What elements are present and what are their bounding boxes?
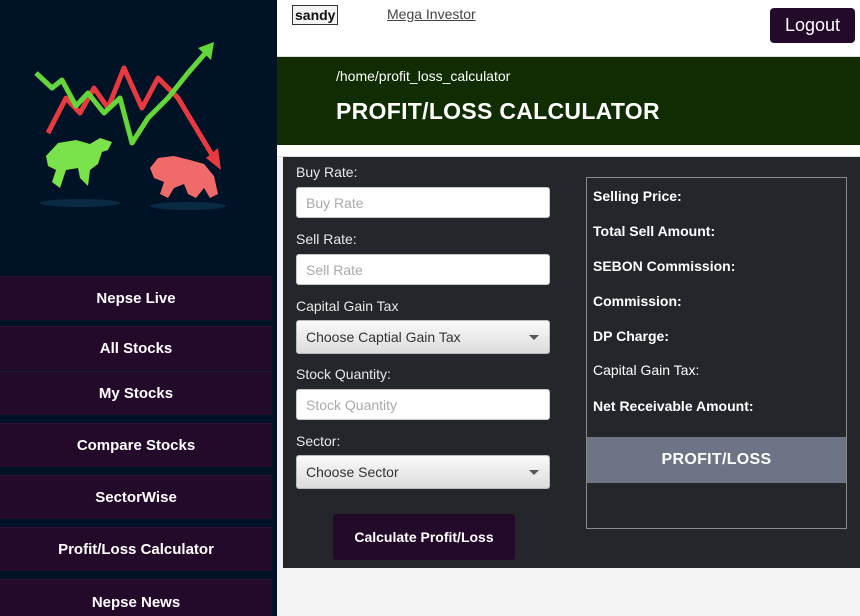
sidebar-item-label: All Stocks bbox=[99, 340, 173, 357]
sidebar-item-all-stocks[interactable]: All Stocks bbox=[0, 326, 272, 370]
sector-select[interactable]: Choose Sector bbox=[296, 455, 550, 489]
chevron-down-icon bbox=[529, 470, 539, 475]
profit-loss-result: PROFIT/LOSS bbox=[587, 437, 846, 483]
commission-label: Commission: bbox=[593, 293, 682, 309]
bull-bear-market-logo bbox=[34, 42, 226, 210]
calculate-profit-loss-button[interactable]: Calculate Profit/Loss bbox=[333, 514, 515, 560]
sector-label: Sector: bbox=[296, 433, 341, 449]
sidebar-item-sectorwise[interactable]: SectorWise bbox=[0, 475, 272, 519]
page-header: /home/profit_loss_calculator PROFIT/LOSS… bbox=[277, 57, 860, 145]
sebon-commission-label: SEBON Commission: bbox=[593, 258, 736, 274]
capital-gain-tax-label: Capital Gain Tax bbox=[296, 298, 399, 314]
sidebar-item-label: Nepse News bbox=[91, 594, 181, 611]
breadcrumb: /home/profit_loss_calculator bbox=[336, 68, 511, 84]
buy-rate-label: Buy Rate: bbox=[296, 164, 358, 180]
results-box: Selling Price: Total Sell Amount: SEBON … bbox=[586, 177, 847, 529]
capital-gain-tax-selected: Choose Captial Gain Tax bbox=[306, 329, 461, 345]
sidebar-item-my-stocks[interactable]: My Stocks bbox=[0, 371, 272, 415]
sell-rate-label: Sell Rate: bbox=[296, 231, 357, 247]
sector-selected: Choose Sector bbox=[306, 464, 399, 480]
buy-rate-input[interactable] bbox=[296, 187, 550, 218]
top-bar: sandy Mega Investor Logout bbox=[277, 0, 860, 57]
net-receivable-amount-label: Net Receivable Amount: bbox=[593, 398, 754, 414]
sidebar: Nepse Live All Stocks My Stocks Compare … bbox=[0, 0, 277, 616]
page-footer-area bbox=[277, 568, 860, 616]
mega-investor-link[interactable]: Mega Investor bbox=[387, 6, 476, 22]
logout-button[interactable]: Logout bbox=[770, 8, 855, 43]
sidebar-item-label: SectorWise bbox=[95, 489, 177, 506]
dp-charge-label: DP Charge: bbox=[593, 328, 669, 344]
sidebar-item-profit-loss-calculator[interactable]: Profit/Loss Calculator bbox=[0, 527, 272, 571]
sidebar-item-label: Compare Stocks bbox=[76, 437, 196, 454]
capital-gain-tax-result-label: Capital Gain Tax: bbox=[593, 362, 700, 378]
sidebar-item-nepse-news[interactable]: Nepse News bbox=[0, 579, 272, 616]
sidebar-item-compare-stocks[interactable]: Compare Stocks bbox=[0, 423, 272, 467]
username-badge[interactable]: sandy bbox=[292, 5, 339, 25]
stock-quantity-label: Stock Quantity: bbox=[296, 366, 391, 382]
sell-rate-input[interactable] bbox=[296, 254, 550, 285]
sidebar-item-label: Nepse Live bbox=[96, 290, 176, 307]
stock-quantity-input[interactable] bbox=[296, 389, 550, 420]
page-title: PROFIT/LOSS CALCULATOR bbox=[336, 98, 660, 124]
capital-gain-tax-select[interactable]: Choose Captial Gain Tax bbox=[296, 320, 550, 354]
sidebar-item-label: My Stocks bbox=[98, 385, 174, 402]
calculator-panel: Buy Rate: Sell Rate: Capital Gain Tax Ch… bbox=[283, 157, 860, 568]
total-sell-amount-label: Total Sell Amount: bbox=[593, 223, 716, 239]
background-strip bbox=[277, 145, 860, 157]
chevron-down-icon bbox=[529, 335, 539, 340]
sidebar-item-label: Profit/Loss Calculator bbox=[58, 541, 214, 558]
sidebar-item-nepse-live[interactable]: Nepse Live bbox=[0, 276, 272, 320]
selling-price-label: Selling Price: bbox=[593, 188, 682, 204]
